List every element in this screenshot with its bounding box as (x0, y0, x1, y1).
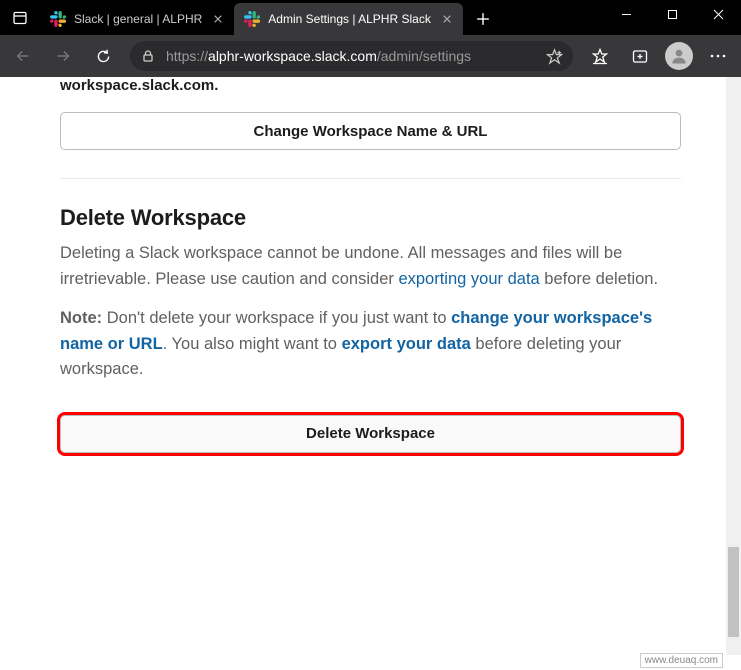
titlebar-left: Slack | general | ALPHR Admin Settings |… (0, 0, 499, 35)
tab-strip: Slack | general | ALPHR Admin Settings |… (40, 0, 499, 35)
watermark: www.deuaq.com (640, 653, 723, 668)
slack-icon (50, 11, 66, 27)
new-tab-button[interactable] (467, 3, 499, 35)
scrollbar[interactable] (726, 77, 741, 655)
menu-button[interactable] (699, 38, 737, 74)
browser-toolbar: https://alphr-workspace.slack.com/admin/… (0, 35, 741, 77)
maximize-button[interactable] (649, 0, 695, 29)
window-controls (603, 0, 741, 35)
slack-icon (244, 11, 260, 27)
back-button[interactable] (4, 38, 42, 74)
tab-slack-general[interactable]: Slack | general | ALPHR (40, 3, 234, 35)
change-workspace-name-button[interactable]: Change Workspace Name & URL (60, 112, 681, 150)
scrollbar-thumb[interactable] (728, 547, 739, 637)
tab-title: Slack | general | ALPHR (74, 12, 202, 26)
tab-title: Admin Settings | ALPHR Slack (268, 12, 431, 26)
address-bar[interactable]: https://alphr-workspace.slack.com/admin/… (130, 41, 573, 71)
exporting-your-data-link[interactable]: exporting your data (398, 270, 539, 288)
favorites-button[interactable] (581, 38, 619, 74)
close-icon[interactable] (210, 11, 226, 27)
export-your-data-link[interactable]: export your data (342, 335, 471, 353)
tab-admin-settings[interactable]: Admin Settings | ALPHR Slack (234, 3, 463, 35)
delete-warning-text: Deleting a Slack workspace cannot be und… (60, 241, 681, 292)
workspace-url-fragment: workspace.slack.com. (60, 77, 681, 112)
delete-workspace-heading: Delete Workspace (60, 205, 681, 231)
url-text: https://alphr-workspace.slack.com/admin/… (166, 48, 535, 64)
close-window-button[interactable] (695, 0, 741, 29)
browser-titlebar: Slack | general | ALPHR Admin Settings |… (0, 0, 741, 35)
collections-button[interactable] (621, 38, 659, 74)
delete-note-text: Note: Don't delete your workspace if you… (60, 306, 681, 383)
refresh-button[interactable] (84, 38, 122, 74)
settings-card: workspace.slack.com. Change Workspace Na… (60, 77, 681, 453)
favorite-icon[interactable] (545, 48, 563, 65)
delete-workspace-button[interactable]: Delete Workspace (60, 415, 681, 453)
lock-icon (140, 49, 156, 63)
close-icon[interactable] (439, 11, 455, 27)
profile-button[interactable] (665, 42, 693, 70)
divider (60, 178, 681, 179)
minimize-button[interactable] (603, 0, 649, 29)
page-content: workspace.slack.com. Change Workspace Na… (0, 77, 741, 670)
forward-button[interactable] (44, 38, 82, 74)
tab-actions-button[interactable] (0, 0, 40, 35)
